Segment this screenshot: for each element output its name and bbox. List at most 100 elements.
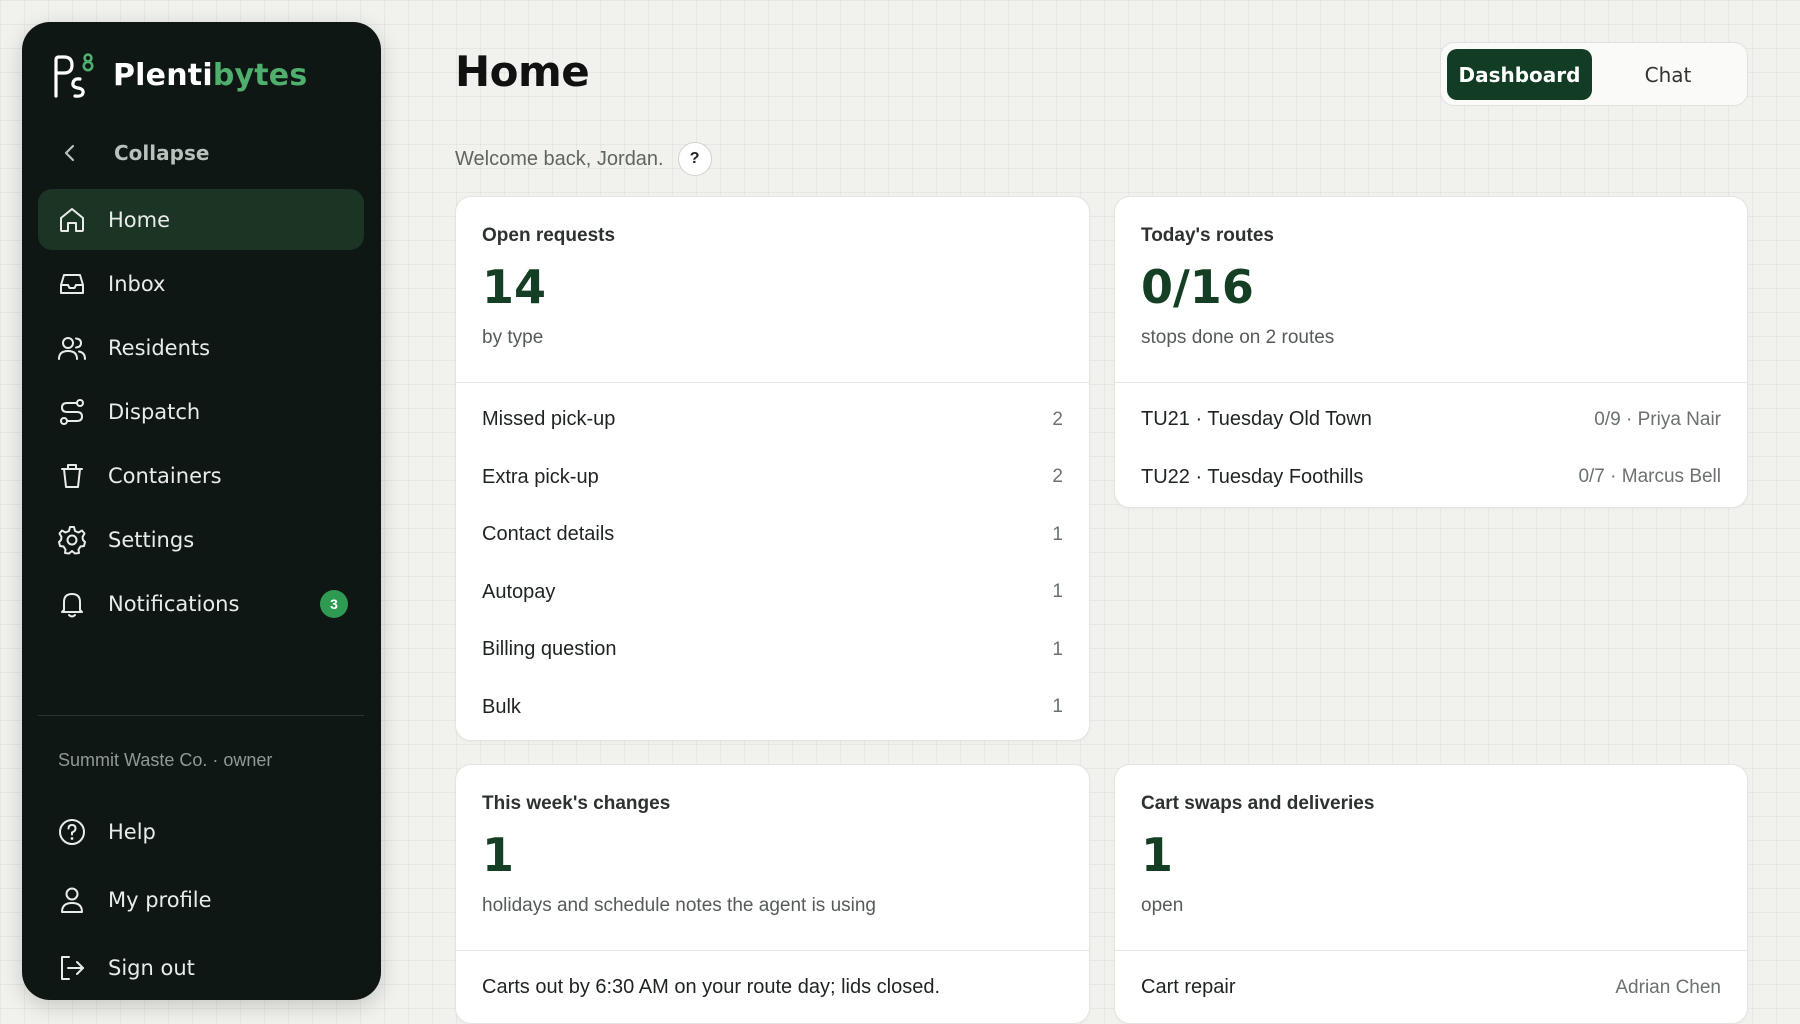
item-name: Autopay — [482, 580, 556, 603]
notification-count-badge: 3 — [320, 590, 348, 618]
sidebar-item-my-profile[interactable]: My profile — [38, 868, 364, 932]
item-name: Billing question — [482, 638, 617, 661]
card-label: Cart swaps and deliveries — [1141, 793, 1375, 814]
sidebar: Plentibytes Collapse Home Inbox Resident… — [22, 22, 381, 1000]
list-item[interactable]: TU21 · Tuesday Old Town 0/9 · Priya Nair — [1141, 391, 1721, 449]
route-name: TU22 · Tuesday Foothills — [1141, 465, 1364, 488]
card-label: Open requests — [482, 225, 616, 246]
item-count: 2 — [1052, 466, 1063, 488]
sidebar-item-label: Inbox — [108, 271, 166, 296]
card-label: Today's routes — [1141, 225, 1274, 246]
sidebar-item-label: My profile — [108, 888, 212, 912]
list-item[interactable]: Cart repair Adrian Chen — [1141, 959, 1721, 1017]
sidebar-item-label: Dispatch — [108, 399, 201, 424]
brand-name-part2: bytes — [212, 57, 308, 93]
sidebar-item-help[interactable]: Help — [38, 800, 364, 864]
sidebar-item-sign-out[interactable]: Sign out — [38, 936, 364, 1000]
sidebar-divider — [38, 715, 364, 716]
sidebar-item-residents[interactable]: Residents — [38, 317, 364, 378]
inbox-icon — [60, 273, 84, 294]
sidebar-item-notifications[interactable]: Notifications 3 — [38, 573, 364, 634]
list-item[interactable]: Carts out by 6:30 AM on your route day; … — [482, 959, 1063, 1017]
sidebar-bottom-nav: Help My profile Sign out — [38, 800, 364, 1004]
sidebar-item-label: Settings — [108, 527, 195, 552]
item-name: Bulk — [482, 695, 521, 718]
list-item[interactable]: Missed pick-up 2 — [482, 391, 1063, 449]
route-progress: 0/7 · Marcus Bell — [1578, 466, 1721, 488]
org-role-label: Summit Waste Co. · owner — [58, 750, 273, 770]
weekly-changes-card[interactable]: This week's changes 1 holidays and sched… — [455, 764, 1090, 1024]
swap-type: Cart repair — [1141, 976, 1236, 999]
list-item[interactable]: Contact details 1 — [482, 506, 1063, 564]
card-label: This week's changes — [482, 793, 671, 814]
swaps-list: Cart repair Adrian Chen — [1115, 951, 1747, 1017]
sidebar-nav: Home Inbox Residents Dispatch Containers… — [38, 189, 364, 637]
brand[interactable]: Plentibytes — [50, 52, 307, 98]
trash-bin-icon — [61, 463, 83, 488]
sidebar-item-dispatch[interactable]: Dispatch — [38, 381, 364, 442]
sidebar-item-settings[interactable]: Settings — [38, 509, 364, 570]
route-list: TU21 · Tuesday Old Town 0/9 · Priya Nair … — [1115, 383, 1747, 506]
sidebar-item-label: Residents — [108, 335, 211, 360]
card-header: Today's routes 0/16 stops done on 2 rout… — [1115, 197, 1747, 383]
collapse-label: Collapse — [114, 141, 210, 165]
brand-name-part1: Plenti — [113, 57, 213, 93]
collapse-button[interactable]: Collapse — [58, 132, 209, 174]
card-subtitle: holidays and schedule notes the agent is… — [482, 894, 876, 916]
card-subtitle: stops done on 2 routes — [1141, 326, 1335, 348]
welcome-text: Welcome back, Jordan. — [455, 147, 664, 170]
help-button[interactable]: ? — [677, 142, 712, 176]
item-count: 1 — [1052, 696, 1063, 718]
sidebar-item-containers[interactable]: Containers — [38, 445, 364, 506]
chevron-left-icon — [64, 144, 75, 162]
route-name: TU21 · Tuesday Old Town — [1141, 408, 1372, 431]
page-title: Home — [455, 47, 590, 96]
list-item[interactable]: Extra pick-up 2 — [482, 449, 1063, 507]
list-item[interactable]: Billing question 1 — [482, 621, 1063, 679]
swap-assignee: Adrian Chen — [1615, 976, 1721, 998]
item-name: Missed pick-up — [482, 408, 616, 431]
card-header: Open requests 14 by type — [456, 197, 1089, 383]
list-item[interactable]: Autopay 1 — [482, 564, 1063, 622]
item-name: Contact details — [482, 523, 615, 546]
card-value: 14 — [482, 260, 547, 314]
sidebar-item-home[interactable]: Home — [38, 189, 364, 250]
sidebar-item-inbox[interactable]: Inbox — [38, 253, 364, 314]
help-circle-icon — [59, 819, 85, 845]
item-name: Extra pick-up — [482, 465, 599, 488]
card-header: Cart swaps and deliveries 1 open — [1115, 765, 1747, 951]
card-value: 0/16 — [1141, 260, 1254, 314]
gear-icon — [58, 525, 86, 554]
sidebar-item-label: Sign out — [108, 956, 195, 980]
view-toggle: Dashboard Chat — [1440, 42, 1748, 106]
card-value: 1 — [482, 828, 515, 882]
card-subtitle: by type — [482, 326, 544, 348]
item-count: 1 — [1052, 581, 1063, 603]
route-progress: 0/9 · Priya Nair — [1594, 408, 1721, 430]
home-icon — [60, 207, 84, 232]
route-icon — [60, 398, 84, 425]
bell-icon — [61, 592, 83, 617]
dashboard-toggle-button[interactable]: Dashboard — [1447, 49, 1592, 100]
sign-out-icon — [61, 956, 84, 980]
card-header: This week's changes 1 holidays and sched… — [456, 765, 1089, 951]
request-type-list: Missed pick-up 2 Extra pick-up 2 Contact d… — [456, 383, 1089, 736]
sidebar-item-label: Home — [108, 207, 171, 232]
item-count: 1 — [1052, 523, 1063, 545]
list-item[interactable]: TU22 · Tuesday Foothills 0/7 · Marcus Bel… — [1141, 449, 1721, 507]
user-icon — [61, 887, 83, 913]
item-count: 2 — [1052, 408, 1063, 430]
chat-toggle-button[interactable]: Chat — [1598, 49, 1738, 100]
sidebar-item-label: Notifications — [108, 591, 240, 616]
sidebar-item-label: Containers — [108, 463, 222, 488]
welcome-line: Welcome back, Jordan. ? — [455, 142, 712, 176]
logo-icon — [54, 53, 94, 98]
item-count: 1 — [1052, 638, 1063, 660]
cart-swaps-card[interactable]: Cart swaps and deliveries 1 open Cart re… — [1114, 764, 1748, 1024]
changes-list: Carts out by 6:30 AM on your route day; … — [456, 951, 1089, 1017]
users-icon — [58, 336, 86, 360]
todays-routes-card[interactable]: Today's routes 0/16 stops done on 2 rout… — [1114, 196, 1748, 508]
open-requests-card[interactable]: Open requests 14 by type Missed pick-up 2… — [455, 196, 1090, 741]
list-item[interactable]: Bulk 1 — [482, 679, 1063, 737]
change-note: Carts out by 6:30 AM on your route day; … — [482, 976, 941, 999]
